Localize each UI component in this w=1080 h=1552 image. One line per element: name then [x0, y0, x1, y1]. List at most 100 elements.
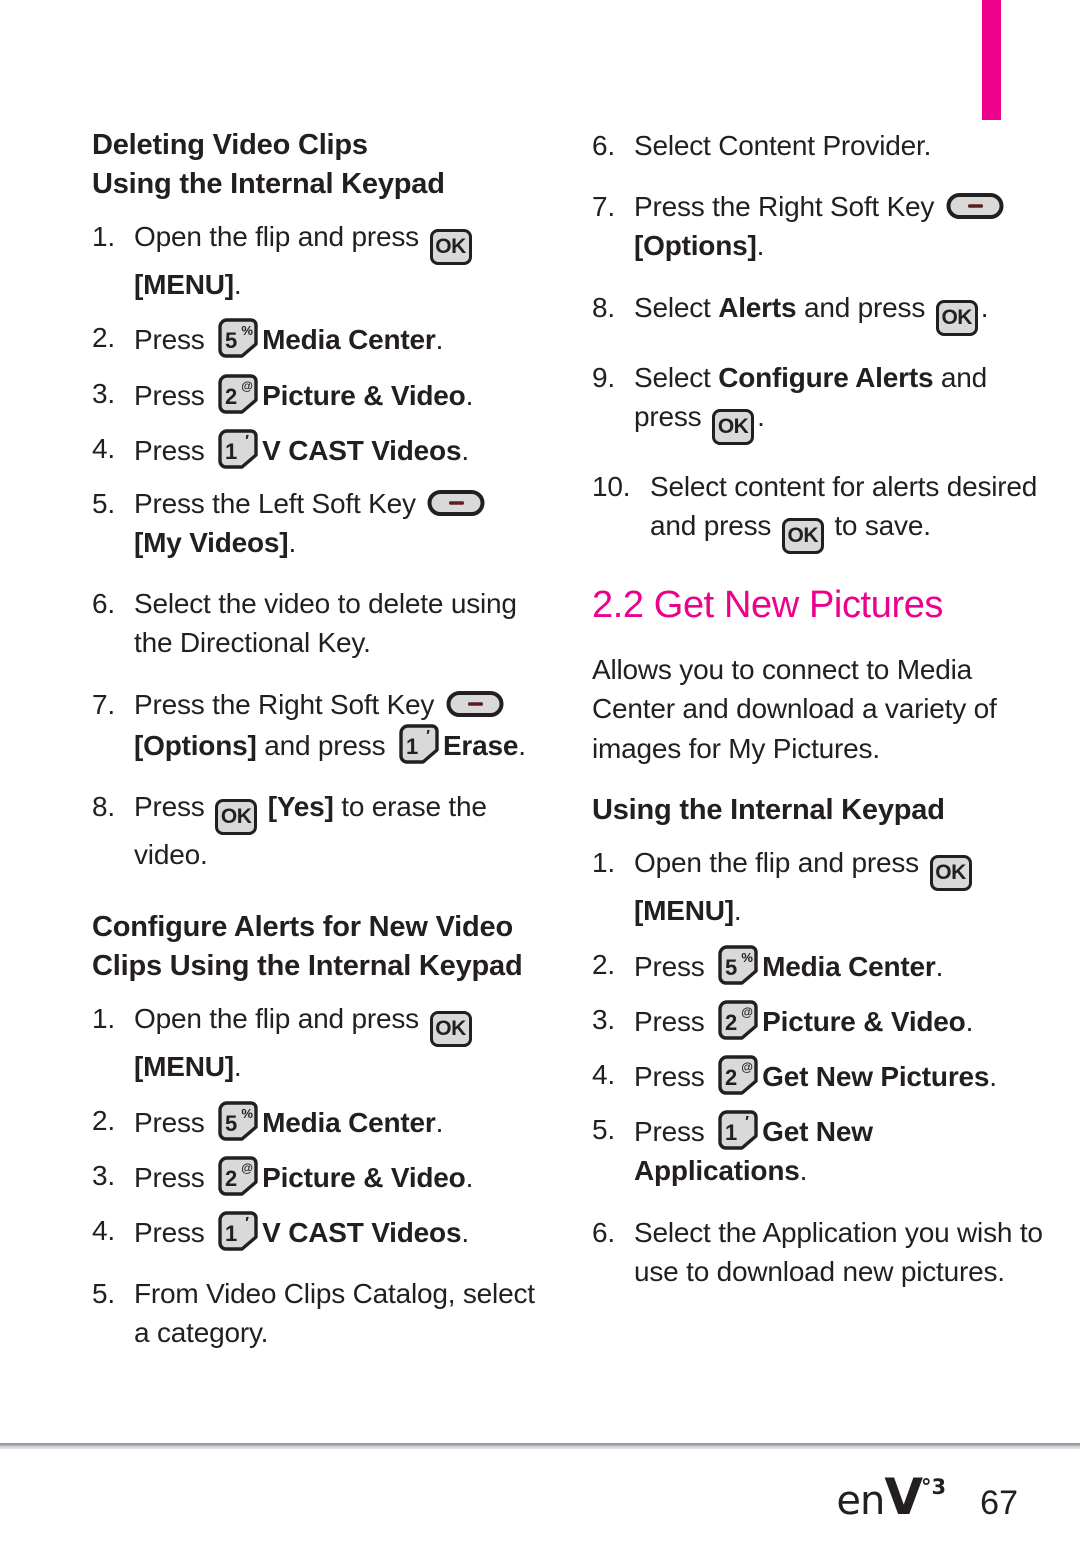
step-text: Select content for alerts desired and pr…	[650, 467, 1050, 554]
step-item: 5. From Video Clips Catalog, select a ca…	[92, 1274, 550, 1352]
step-text: Press 2 @ Picture & Video.	[134, 1155, 550, 1197]
step-item: 7. Press the Right Soft Key [Options] an…	[92, 685, 550, 765]
step-text-post: .	[435, 1106, 444, 1138]
step-text: Press 1 ′ V CAST Videos.	[134, 1211, 550, 1252]
step-text-pre: Press the Left Soft Key	[134, 487, 424, 519]
step-text-pre: Select	[634, 291, 719, 323]
step-text-bold: Picture & Video	[762, 1005, 966, 1037]
step-text-post: .	[465, 379, 474, 411]
configure-alerts-steps-list: 1. Open the flip and press OK [MENU]. 2. …	[92, 999, 550, 1352]
step-text-bold: [Options]	[134, 729, 257, 761]
step-text-bold: [Options]	[634, 230, 757, 262]
step-text-bold: [MENU]	[634, 895, 734, 927]
step-text: Select Content Provider.	[634, 130, 932, 161]
step-text-bold: [My Videos]	[134, 527, 289, 559]
heading-line-2: Using the Internal Keypad	[92, 167, 445, 200]
step-item: 9. Select Configure Alerts and press OK.	[592, 358, 1050, 445]
step-text-post: .	[989, 1061, 997, 1092]
number-key-2: 2 @	[716, 1000, 758, 1040]
step-text: Select Alerts and press OK.	[634, 288, 1050, 336]
step-item: 6. Select the video to delete using the …	[92, 584, 550, 662]
step-number: 10.	[592, 470, 631, 502]
step-text: Press 1 ′ V CAST Videos.	[134, 428, 550, 470]
page-footer: enV°3 67	[836, 1472, 1018, 1523]
svg-text:′: ′	[745, 1114, 749, 1131]
step-text: Open the flip and press OK [MENU].	[134, 999, 550, 1086]
step-text-mid: and press	[796, 291, 933, 323]
step-text: Open the flip and press OK [MENU].	[634, 843, 1050, 930]
step-text-bold: Get New Pictures	[762, 1061, 990, 1092]
step-item: 6. Select Content Provider.	[592, 126, 1050, 165]
number-key-5: 5%	[216, 1100, 258, 1141]
step-text-pre: Press	[634, 1005, 713, 1037]
step-item: 3. Press 2 @ Picture & Video.	[92, 1155, 550, 1197]
ok-key: OK	[935, 299, 978, 336]
svg-text:%: %	[241, 323, 253, 338]
step-text-bold: [MENU]	[134, 1051, 234, 1083]
step-number: 8.	[92, 791, 115, 822]
step-item: 3. Press 2 @ Picture & Video.	[92, 373, 550, 415]
step-text-post: .	[799, 1155, 808, 1187]
step-text-post: to save.	[826, 509, 931, 541]
step-number: 5.	[592, 1114, 615, 1146]
step-number: 1.	[592, 847, 615, 879]
logo-v: V	[884, 1468, 923, 1526]
step-text-post: .	[965, 1005, 974, 1037]
step-item: 2. Press 5% Media Center.	[92, 318, 550, 359]
number-key-2: 2 @	[716, 1055, 758, 1095]
soft-key	[446, 690, 504, 718]
step-number: 6.	[592, 1216, 615, 1248]
step-text: Press 2 @ Picture & Video.	[634, 1000, 1050, 1041]
step-item: 8. Select Alerts and press OK.	[592, 288, 1050, 336]
section-heading-get-new-pictures: 2.2 Get New Pictures	[592, 583, 944, 626]
step-number: 5.	[92, 487, 115, 519]
heading-line-1: Configure Alerts for New Video	[92, 911, 513, 944]
soft-key	[946, 192, 1004, 220]
step-text-bold: Picture & Video	[262, 379, 466, 411]
page-number: 67	[980, 1484, 1018, 1522]
number-key-2: 2 @	[216, 373, 258, 414]
ok-key: OK	[929, 855, 972, 892]
number-key-1: 1 ′	[716, 1110, 758, 1150]
logo-superscript: °3	[921, 1475, 947, 1499]
step-text-bold: V CAST Videos	[262, 1216, 462, 1248]
delete-video-steps-list: 1. Open the flip and press OK [MENU]. 2. …	[92, 217, 550, 874]
get-new-pictures-steps-list: 1. Open the flip and press OK [MENU]. 2. …	[592, 843, 1050, 1291]
step-text: Press OK [Yes] to erase the video.	[134, 787, 550, 874]
step-item: 2. Press 5% Media Center.	[592, 944, 1050, 986]
step-text-bold-2: Erase	[442, 729, 519, 761]
step-text-bold: Media Center	[762, 950, 936, 982]
step-item: 1. Open the flip and press OK [MENU].	[92, 217, 550, 304]
ok-key: OK	[215, 799, 258, 835]
step-number: 9.	[592, 361, 615, 393]
number-key-5: 5%	[716, 944, 758, 985]
step-text-mid: and	[933, 361, 988, 393]
number-key-1: 1 ′	[397, 724, 439, 764]
step-text-pre: Press	[134, 434, 213, 466]
svg-text:1: 1	[406, 734, 418, 759]
step-text: From Video Clips Catalog, select a categ…	[134, 1278, 535, 1349]
svg-text:@: @	[741, 1060, 753, 1074]
step-item: 5. Press 1 ′ Get New Applications.	[592, 1110, 1050, 1190]
heading-line-1: Deleting Video Clips	[92, 129, 368, 161]
step-number: 1.	[92, 1003, 115, 1035]
step-text-bold: Media Center	[262, 1106, 436, 1138]
step-text-pre: Press the Right Soft Key	[634, 191, 942, 223]
step-text-pre: Press	[134, 791, 213, 822]
step-item: 3. Press 2 @ Picture & Video.	[592, 1000, 1050, 1041]
step-text-post: .	[935, 950, 944, 982]
step-text-post: .	[233, 269, 242, 301]
step-text: Press the Left Soft Key [My Videos].	[134, 484, 550, 562]
step-text: Select Configure Alerts and press OK.	[634, 358, 1050, 445]
ok-key: OK	[429, 229, 472, 266]
svg-text:1: 1	[225, 439, 237, 464]
svg-text:@: @	[241, 1161, 253, 1175]
number-key-2: 2 @	[216, 1155, 258, 1196]
step-text-pre: Open the flip and press	[634, 847, 927, 879]
step-number: 5.	[92, 1278, 115, 1310]
step-text-pre: Press	[134, 324, 213, 356]
step-item: 8. Press OK [Yes] to erase the video.	[92, 787, 550, 874]
number-key-1: 1 ′	[216, 428, 258, 469]
step-text: Press 5% Media Center.	[634, 944, 1050, 986]
step-text-pre: Select	[634, 361, 719, 393]
